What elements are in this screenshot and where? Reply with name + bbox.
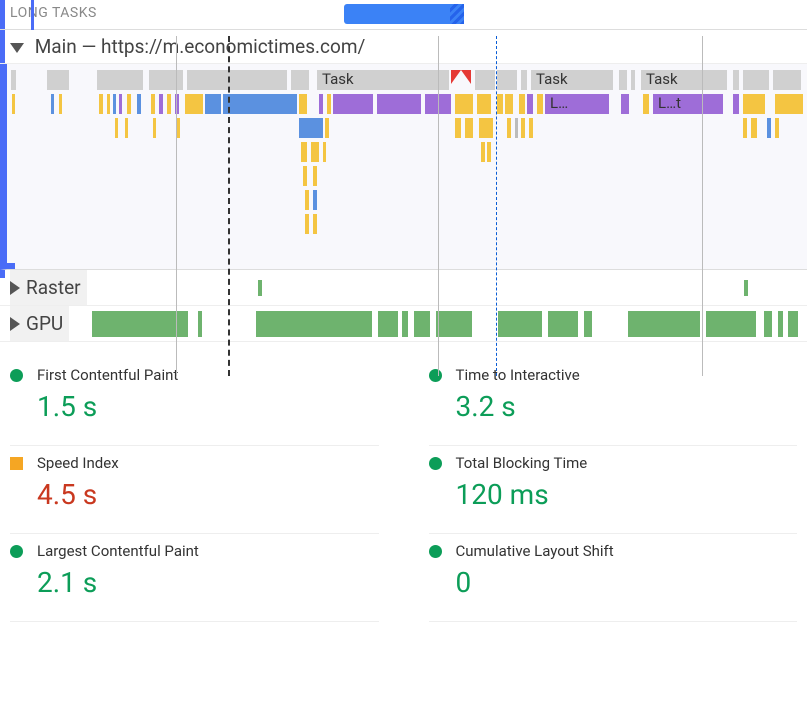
raster-mark[interactable]: [258, 280, 262, 296]
vertical-dashed-marker: [228, 36, 230, 376]
expand-right-icon[interactable]: [10, 281, 20, 295]
raster-track[interactable]: Raster: [0, 270, 807, 306]
metric-value: 0: [456, 566, 798, 599]
metrics-table: First Contentful Paint 1.5 s Time to Int…: [0, 342, 807, 632]
status-dot-icon: [429, 369, 442, 382]
metric-tbt[interactable]: Total Blocking Time 120 ms: [429, 446, 798, 534]
main-thread-header[interactable]: Main — https://m.economictimes.com/: [0, 30, 807, 64]
main-thread-title: Main — https://m.economictimes.com/: [35, 35, 366, 58]
task-block[interactable]: Task: [317, 70, 449, 90]
long-task-block[interactable]: [344, 4, 464, 24]
status-square-icon: [10, 457, 23, 470]
raster-mark[interactable]: [744, 280, 748, 296]
vertical-blue-marker: [496, 36, 497, 376]
metric-cls[interactable]: Cumulative Layout Shift 0: [429, 534, 798, 622]
metric-value: 3.2 s: [456, 390, 798, 423]
long-tasks-row[interactable]: LONG TASKS: [0, 0, 807, 30]
selection-bracket: [1, 263, 15, 269]
gpu-track[interactable]: GPU: [0, 306, 807, 342]
task-block[interactable]: Task: [641, 70, 727, 90]
status-dot-icon: [10, 545, 23, 558]
metric-value: 1.5 s: [37, 390, 379, 423]
metric-label: Largest Contentful Paint: [37, 542, 199, 560]
task-block[interactable]: Task: [531, 70, 613, 90]
status-dot-icon: [429, 457, 442, 470]
collapse-down-icon[interactable]: [10, 43, 24, 53]
vertical-gridline: [702, 36, 703, 376]
vertical-gridline: [176, 36, 177, 376]
vertical-gridline: [438, 36, 439, 376]
metric-tti[interactable]: Time to Interactive 3.2 s: [429, 358, 798, 446]
metric-value: 4.5 s: [37, 478, 379, 511]
layout-block[interactable]: L…t: [653, 94, 723, 114]
metric-label: First Contentful Paint: [37, 366, 178, 384]
metric-value: 120 ms: [456, 478, 798, 511]
metric-label: Speed Index: [37, 454, 119, 472]
status-dot-icon: [10, 369, 23, 382]
metric-label: Total Blocking Time: [456, 454, 588, 472]
gpu-label: GPU: [10, 306, 69, 341]
metric-si[interactable]: Speed Index 4.5 s: [10, 446, 379, 534]
metric-lcp[interactable]: Largest Contentful Paint 2.1 s: [10, 534, 379, 622]
metric-fcp[interactable]: First Contentful Paint 1.5 s: [10, 358, 379, 446]
expand-right-icon[interactable]: [10, 317, 20, 331]
metric-label: Time to Interactive: [456, 366, 580, 384]
metric-label: Cumulative Layout Shift: [456, 542, 614, 560]
time-marker-line: [31, 0, 34, 30]
metric-value: 2.1 s: [37, 566, 379, 599]
main-flame-chart[interactable]: Task Task Task: [0, 64, 807, 270]
status-dot-icon: [429, 545, 442, 558]
raster-label: Raster: [10, 270, 87, 305]
layout-block[interactable]: L…: [545, 94, 609, 114]
